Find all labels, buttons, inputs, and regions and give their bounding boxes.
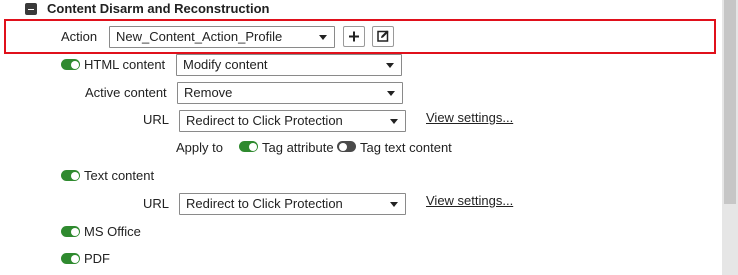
chevron-down-icon [319,35,327,40]
text-content-label: Text content [84,168,155,183]
vertical-scrollbar[interactable] [722,0,738,275]
active-content-label: Active content [85,85,167,100]
chevron-down-icon [390,202,398,207]
apply-to-label: Apply to [176,140,223,155]
tag-attribute-toggle[interactable] [239,141,258,152]
add-profile-button[interactable] [343,26,365,47]
edit-profile-button[interactable] [372,26,394,47]
view-settings-link-2[interactable]: View settings... [426,193,513,208]
text-content-toggle[interactable] [61,170,80,181]
url-label: URL [143,112,170,127]
pdf-toggle[interactable] [61,253,80,264]
active-content-select[interactable]: Remove [177,82,403,104]
url-action-value: Redirect to Click Protection [186,113,343,128]
html-content-label: HTML content [84,57,166,72]
chevron-down-icon [390,119,398,124]
collapse-section-icon[interactable] [25,3,37,15]
active-content-value: Remove [184,85,233,100]
html-content-value: Modify content [183,57,268,72]
action-profile-value: New_Content_Action_Profile [116,29,283,44]
tag-attribute-label: Tag attribute [262,140,334,155]
section-title: Content Disarm and Reconstruction [47,1,270,16]
tag-text-content-toggle[interactable] [337,141,356,152]
pdf-label: PDF [84,251,110,266]
ms-office-label: MS Office [84,224,141,239]
action-profile-select[interactable]: New_Content_Action_Profile [109,26,335,48]
html-content-select[interactable]: Modify content [176,54,402,76]
chevron-down-icon [386,63,394,68]
url-action-select-2[interactable]: Redirect to Click Protection [179,193,406,215]
url-label-2: URL [143,196,170,211]
view-settings-link[interactable]: View settings... [426,110,513,125]
scrollbar-thumb[interactable] [724,0,736,204]
chevron-down-icon [387,91,395,96]
url-action-value-2: Redirect to Click Protection [186,196,343,211]
edit-icon [377,30,389,42]
ms-office-toggle[interactable] [61,226,80,237]
html-content-toggle[interactable] [61,59,80,70]
plus-icon [349,31,359,42]
url-action-select[interactable]: Redirect to Click Protection [179,110,406,132]
action-label: Action [61,29,98,44]
tag-text-content-label: Tag text content [360,140,452,155]
